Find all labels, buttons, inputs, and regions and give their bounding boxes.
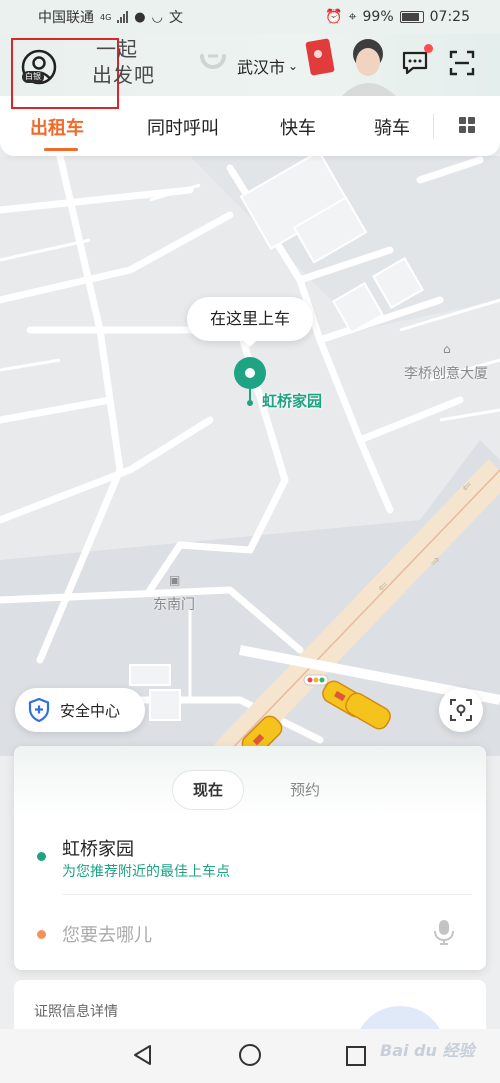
gate-icon: ▣ bbox=[169, 573, 181, 587]
network-label: 4G bbox=[100, 12, 112, 22]
city-label: 武汉市 bbox=[237, 58, 286, 77]
safety-center-label: 安全中心 bbox=[60, 701, 121, 720]
poi-gate-label: 东南门 bbox=[153, 597, 195, 613]
recent-apps-icon[interactable] bbox=[345, 1045, 367, 1067]
locate-button[interactable] bbox=[439, 688, 483, 732]
promo-banner[interactable] bbox=[300, 34, 400, 96]
safety-center-button[interactable]: 安全中心 bbox=[15, 688, 145, 732]
battery-percent: 99% bbox=[362, 9, 394, 25]
header: 白银 一起 出发吧 武汉市 ⌄ bbox=[0, 34, 500, 109]
pickup-tooltip: 在这里上车 bbox=[187, 297, 313, 347]
origin-hint: 为您推荐附近的最佳上车点 bbox=[62, 864, 230, 880]
didi-status-icon: ◡ bbox=[151, 9, 163, 25]
didi-logo-icon bbox=[200, 54, 226, 69]
more-services-icon[interactable] bbox=[459, 117, 475, 133]
mode-reserve-button[interactable]: 预约 bbox=[275, 770, 335, 810]
tab-taxi[interactable]: 出租车 bbox=[30, 114, 84, 140]
clock: 07:25 bbox=[429, 9, 470, 25]
microphone-icon[interactable] bbox=[432, 918, 456, 946]
svg-text:⇙: ⇙ bbox=[462, 479, 472, 493]
svg-text:⇙: ⇙ bbox=[378, 579, 388, 593]
tab-express[interactable]: 快车 bbox=[280, 114, 316, 140]
member-badge: 白银 bbox=[22, 71, 44, 83]
carrier-label: 中国联通 bbox=[38, 10, 94, 26]
divider bbox=[62, 894, 472, 895]
city-selector[interactable]: 武汉市 ⌄ bbox=[237, 54, 298, 78]
chat-bubble-icon: ● bbox=[134, 9, 146, 25]
tab-bike[interactable]: 骑车 bbox=[374, 114, 410, 140]
shield-icon bbox=[28, 698, 50, 722]
poi-building-label: 李桥创意大厦 bbox=[404, 366, 488, 382]
location-icon: ⌖ bbox=[348, 9, 357, 25]
info-card-title: 证照信息详情 bbox=[34, 1004, 118, 1020]
battery-icon bbox=[399, 11, 424, 23]
system-nav-bar: Bai du 经验 bbox=[0, 1029, 500, 1083]
ime-indicator: 文 bbox=[168, 10, 183, 26]
booking-card: 现在 预约 虹桥家园 为您推荐附近的最佳上车点 您要去哪儿 bbox=[14, 746, 486, 970]
booking-card-header bbox=[14, 746, 486, 816]
building-icon: ⌂ bbox=[443, 342, 451, 356]
tab-simultaneous-call[interactable]: 同时呼叫 bbox=[147, 114, 219, 140]
message-icon[interactable] bbox=[401, 49, 429, 77]
destination-dot bbox=[37, 930, 46, 939]
alarm-icon: ⏰ bbox=[325, 9, 343, 25]
scan-icon[interactable] bbox=[449, 50, 475, 76]
chevron-down-icon: ⌄ bbox=[288, 59, 299, 73]
svg-text:⇗: ⇗ bbox=[430, 554, 440, 568]
active-tab-indicator bbox=[44, 148, 78, 151]
origin-field[interactable]: 虹桥家园 bbox=[62, 835, 134, 861]
locate-icon bbox=[450, 699, 472, 721]
back-icon[interactable] bbox=[131, 1043, 155, 1067]
tab-divider bbox=[433, 114, 434, 138]
slogan: 一起 出发吧 bbox=[92, 37, 155, 87]
origin-dot bbox=[37, 852, 46, 861]
signal-icon bbox=[117, 11, 129, 23]
pickup-location-label: 虹桥家园 bbox=[262, 392, 323, 410]
map[interactable]: ⇙ ⇗ ⇙ bbox=[0, 156, 500, 756]
watermark: Bai du 经验 bbox=[380, 1041, 475, 1060]
destination-input[interactable]: 您要去哪儿 bbox=[62, 921, 152, 947]
mode-now-button[interactable]: 现在 bbox=[172, 770, 244, 810]
notification-dot bbox=[424, 44, 433, 53]
status-bar: 中国联通 4G ● ◡ 文 ⏰ ⌖ 99% 07:25 bbox=[0, 0, 500, 34]
home-icon[interactable] bbox=[238, 1043, 262, 1067]
